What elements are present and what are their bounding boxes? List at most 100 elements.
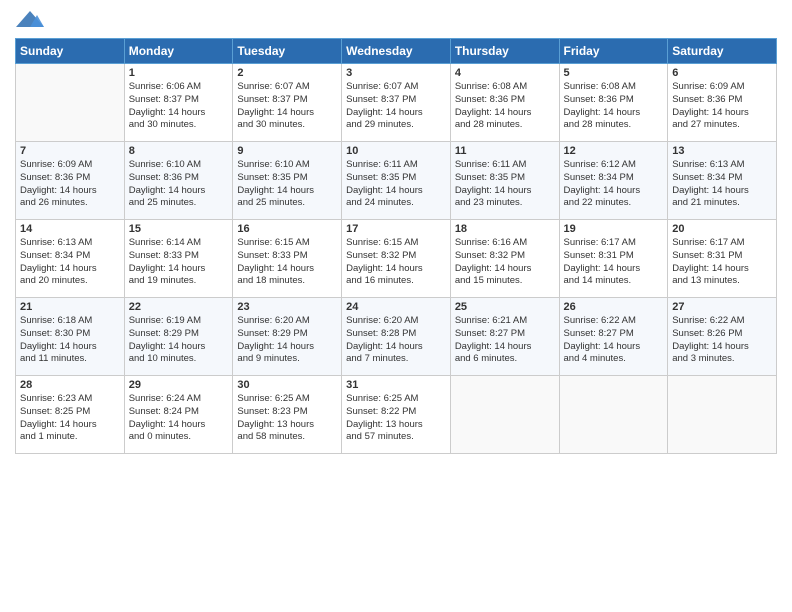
cell-content: Sunrise: 6:19 AM Sunset: 8:29 PM Dayligh… bbox=[129, 315, 229, 366]
cell-content: Sunrise: 6:16 AM Sunset: 8:32 PM Dayligh… bbox=[455, 237, 555, 288]
calendar-cell: 26Sunrise: 6:22 AM Sunset: 8:27 PM Dayli… bbox=[559, 298, 668, 376]
calendar-cell: 27 Sunrise: 6:22 AM Sunset: 8:26 PM Dayli… bbox=[668, 298, 777, 376]
day-number: 12 bbox=[564, 145, 664, 157]
day-number: 17 bbox=[346, 223, 446, 235]
weekday-header-friday: Friday bbox=[559, 39, 668, 64]
cell-content: Sunrise: 6:15 AM Sunset: 8:33 PM Dayligh… bbox=[237, 237, 337, 288]
calendar-cell: 4 Sunrise: 6:08 AM Sunset: 8:36 PM Daylig… bbox=[450, 64, 559, 142]
cell-content: Sunrise: 6:08 AM Sunset: 8:36 PM Dayligh… bbox=[455, 81, 555, 132]
cell-content: Sunrise: 6:11 AM Sunset: 8:35 PM Dayligh… bbox=[455, 159, 555, 210]
calendar-cell: 18 Sunrise: 6:16 AM Sunset: 8:32 PM Dayli… bbox=[450, 220, 559, 298]
cell-content: Sunrise: 6:08 AM Sunset: 8:36 PM Dayligh… bbox=[564, 81, 664, 132]
day-number: 5 bbox=[564, 67, 664, 79]
calendar-cell: 5 Sunrise: 6:08 AM Sunset: 8:36 PM Daylig… bbox=[559, 64, 668, 142]
cell-content: Sunrise: 6:21 AM Sunset: 8:27 PM Dayligh… bbox=[455, 315, 555, 366]
day-number: 19 bbox=[564, 223, 664, 235]
weekday-header-wednesday: Wednesday bbox=[342, 39, 451, 64]
calendar-cell: 30 Sunrise: 6:25 AM Sunset: 8:23 PM Dayli… bbox=[233, 376, 342, 454]
day-number: 6 bbox=[672, 67, 772, 79]
cell-content: Sunrise: 6:10 AM Sunset: 8:36 PM Dayligh… bbox=[129, 159, 229, 210]
day-number: 27 bbox=[672, 301, 772, 313]
calendar-cell: 7 Sunrise: 6:09 AM Sunset: 8:36 PM Daylig… bbox=[16, 142, 125, 220]
calendar-cell: 9Sunrise: 6:10 AM Sunset: 8:35 PM Daylig… bbox=[233, 142, 342, 220]
cell-content: Sunrise: 6:06 AM Sunset: 8:37 PM Dayligh… bbox=[129, 81, 229, 132]
calendar-cell: 8 Sunrise: 6:10 AM Sunset: 8:36 PM Daylig… bbox=[124, 142, 233, 220]
cell-content: Sunrise: 6:13 AM Sunset: 8:34 PM Dayligh… bbox=[20, 237, 120, 288]
page: SundayMondayTuesdayWednesdayThursdayFrid… bbox=[0, 0, 792, 464]
calendar-cell: 12 Sunrise: 6:12 AM Sunset: 8:34 PM Dayli… bbox=[559, 142, 668, 220]
cell-content: Sunrise: 6:07 AM Sunset: 8:37 PM Dayligh… bbox=[237, 81, 337, 132]
cell-content: Sunrise: 6:17 AM Sunset: 8:31 PM Dayligh… bbox=[564, 237, 664, 288]
day-number: 21 bbox=[20, 301, 120, 313]
weekday-header-saturday: Saturday bbox=[668, 39, 777, 64]
day-number: 14 bbox=[20, 223, 120, 235]
week-row-1: 1 Sunrise: 6:06 AM Sunset: 8:37 PM Daylig… bbox=[16, 64, 777, 142]
weekday-header-sunday: Sunday bbox=[16, 39, 125, 64]
day-number: 15 bbox=[129, 223, 229, 235]
cell-content: Sunrise: 6:10 AM Sunset: 8:35 PM Dayligh… bbox=[237, 159, 337, 210]
calendar-cell: 11Sunrise: 6:11 AM Sunset: 8:35 PM Dayli… bbox=[450, 142, 559, 220]
calendar-cell: 28 Sunrise: 6:23 AM Sunset: 8:25 PM Dayli… bbox=[16, 376, 125, 454]
logo bbox=[15, 10, 45, 30]
day-number: 25 bbox=[455, 301, 555, 313]
cell-content: Sunrise: 6:18 AM Sunset: 8:30 PM Dayligh… bbox=[20, 315, 120, 366]
calendar-cell: 31Sunrise: 6:25 AM Sunset: 8:22 PM Dayli… bbox=[342, 376, 451, 454]
calendar-cell: 23 Sunrise: 6:20 AM Sunset: 8:29 PM Dayli… bbox=[233, 298, 342, 376]
week-row-3: 14 Sunrise: 6:13 AM Sunset: 8:34 PM Dayli… bbox=[16, 220, 777, 298]
calendar-cell: 16 Sunrise: 6:15 AM Sunset: 8:33 PM Dayli… bbox=[233, 220, 342, 298]
calendar-cell: 22 Sunrise: 6:19 AM Sunset: 8:29 PM Dayli… bbox=[124, 298, 233, 376]
weekday-header-tuesday: Tuesday bbox=[233, 39, 342, 64]
cell-content: Sunrise: 6:09 AM Sunset: 8:36 PM Dayligh… bbox=[20, 159, 120, 210]
calendar-cell: 13 Sunrise: 6:13 AM Sunset: 8:34 PM Dayli… bbox=[668, 142, 777, 220]
cell-content: Sunrise: 6:20 AM Sunset: 8:29 PM Dayligh… bbox=[237, 315, 337, 366]
cell-content: Sunrise: 6:14 AM Sunset: 8:33 PM Dayligh… bbox=[129, 237, 229, 288]
day-number: 4 bbox=[455, 67, 555, 79]
calendar-cell: 2Sunrise: 6:07 AM Sunset: 8:37 PM Daylig… bbox=[233, 64, 342, 142]
calendar-cell bbox=[559, 376, 668, 454]
week-row-2: 7 Sunrise: 6:09 AM Sunset: 8:36 PM Daylig… bbox=[16, 142, 777, 220]
day-number: 7 bbox=[20, 145, 120, 157]
day-number: 23 bbox=[237, 301, 337, 313]
calendar-cell: 10Sunrise: 6:11 AM Sunset: 8:35 PM Dayli… bbox=[342, 142, 451, 220]
calendar-cell bbox=[16, 64, 125, 142]
day-number: 30 bbox=[237, 379, 337, 391]
cell-content: Sunrise: 6:09 AM Sunset: 8:36 PM Dayligh… bbox=[672, 81, 772, 132]
calendar-cell bbox=[668, 376, 777, 454]
calendar-cell: 19 Sunrise: 6:17 AM Sunset: 8:31 PM Dayli… bbox=[559, 220, 668, 298]
calendar-cell: 15 Sunrise: 6:14 AM Sunset: 8:33 PM Dayli… bbox=[124, 220, 233, 298]
cell-content: Sunrise: 6:12 AM Sunset: 8:34 PM Dayligh… bbox=[564, 159, 664, 210]
cell-content: Sunrise: 6:24 AM Sunset: 8:24 PM Dayligh… bbox=[129, 393, 229, 444]
cell-content: Sunrise: 6:17 AM Sunset: 8:31 PM Dayligh… bbox=[672, 237, 772, 288]
week-row-4: 21 Sunrise: 6:18 AM Sunset: 8:30 PM Dayli… bbox=[16, 298, 777, 376]
weekday-header-thursday: Thursday bbox=[450, 39, 559, 64]
weekday-header-row: SundayMondayTuesdayWednesdayThursdayFrid… bbox=[16, 39, 777, 64]
calendar-table: SundayMondayTuesdayWednesdayThursdayFrid… bbox=[15, 38, 777, 454]
calendar-cell: 29Sunrise: 6:24 AM Sunset: 8:24 PM Dayli… bbox=[124, 376, 233, 454]
cell-content: Sunrise: 6:11 AM Sunset: 8:35 PM Dayligh… bbox=[346, 159, 446, 210]
day-number: 24 bbox=[346, 301, 446, 313]
calendar-cell: 6 Sunrise: 6:09 AM Sunset: 8:36 PM Daylig… bbox=[668, 64, 777, 142]
day-number: 28 bbox=[20, 379, 120, 391]
day-number: 8 bbox=[129, 145, 229, 157]
cell-content: Sunrise: 6:22 AM Sunset: 8:26 PM Dayligh… bbox=[672, 315, 772, 366]
day-number: 22 bbox=[129, 301, 229, 313]
cell-content: Sunrise: 6:25 AM Sunset: 8:22 PM Dayligh… bbox=[346, 393, 446, 444]
day-number: 18 bbox=[455, 223, 555, 235]
day-number: 3 bbox=[346, 67, 446, 79]
header bbox=[15, 10, 777, 30]
week-row-5: 28 Sunrise: 6:23 AM Sunset: 8:25 PM Dayli… bbox=[16, 376, 777, 454]
day-number: 16 bbox=[237, 223, 337, 235]
day-number: 13 bbox=[672, 145, 772, 157]
cell-content: Sunrise: 6:20 AM Sunset: 8:28 PM Dayligh… bbox=[346, 315, 446, 366]
calendar-cell: 17 Sunrise: 6:15 AM Sunset: 8:32 PM Dayli… bbox=[342, 220, 451, 298]
day-number: 1 bbox=[129, 67, 229, 79]
cell-content: Sunrise: 6:15 AM Sunset: 8:32 PM Dayligh… bbox=[346, 237, 446, 288]
cell-content: Sunrise: 6:22 AM Sunset: 8:27 PM Dayligh… bbox=[564, 315, 664, 366]
calendar-cell: 1 Sunrise: 6:06 AM Sunset: 8:37 PM Daylig… bbox=[124, 64, 233, 142]
cell-content: Sunrise: 6:25 AM Sunset: 8:23 PM Dayligh… bbox=[237, 393, 337, 444]
cell-content: Sunrise: 6:23 AM Sunset: 8:25 PM Dayligh… bbox=[20, 393, 120, 444]
calendar-cell: 20Sunrise: 6:17 AM Sunset: 8:31 PM Dayli… bbox=[668, 220, 777, 298]
calendar-cell: 14 Sunrise: 6:13 AM Sunset: 8:34 PM Dayli… bbox=[16, 220, 125, 298]
calendar-cell: 24 Sunrise: 6:20 AM Sunset: 8:28 PM Dayli… bbox=[342, 298, 451, 376]
cell-content: Sunrise: 6:13 AM Sunset: 8:34 PM Dayligh… bbox=[672, 159, 772, 210]
